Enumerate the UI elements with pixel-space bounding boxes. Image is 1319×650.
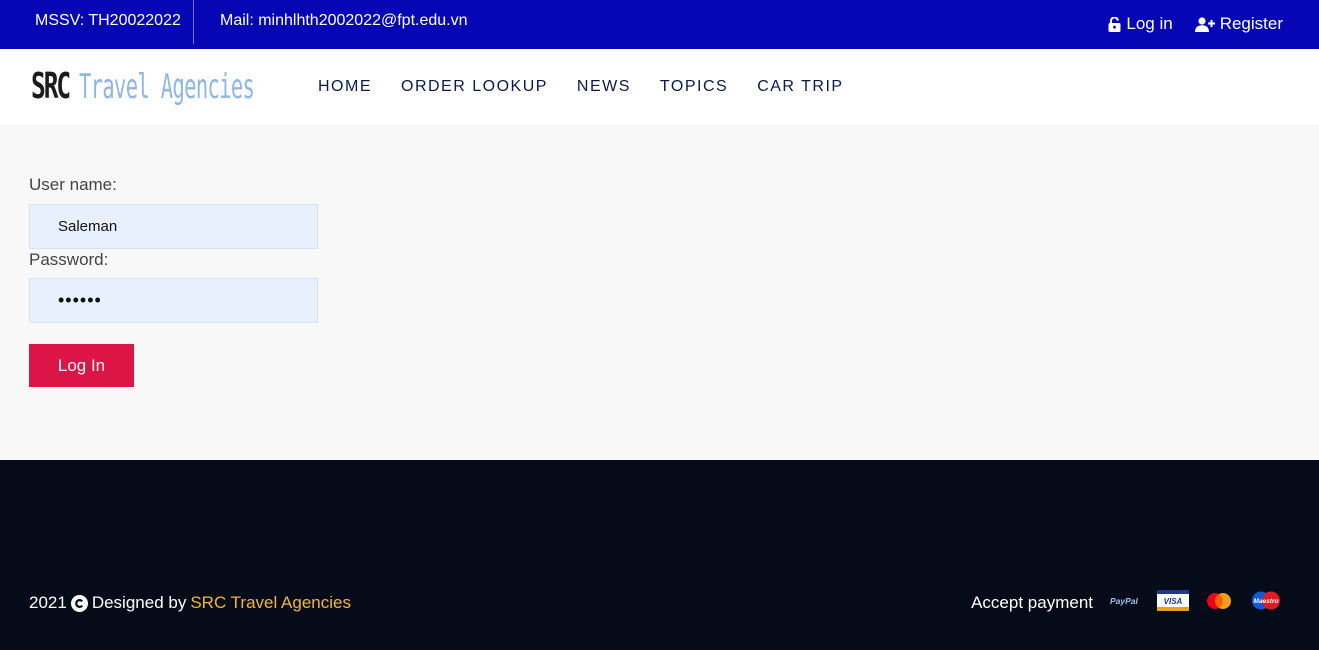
nav-home[interactable]: HOME — [318, 78, 372, 96]
register-link[interactable]: Register — [1194, 14, 1283, 34]
top-bar: MSSV: TH20022022 Mail: minhlhth2002022@f… — [0, 0, 1319, 49]
topbar-divider — [193, 0, 194, 44]
copyright: 2021 Designed by SRC Travel Agencies — [29, 593, 351, 613]
username-label: User name: — [29, 175, 117, 194]
designed-by-text: Designed by — [91, 593, 187, 612]
paypal-text: PayPal — [1110, 596, 1139, 606]
payment-methods: Accept payment PayPal VISA Maestro — [971, 590, 1283, 616]
copyright-icon — [70, 594, 88, 612]
email-text: Mail: minhlhth2002022@fpt.edu.vn — [220, 12, 468, 29]
visa-text: VISA — [1164, 597, 1183, 606]
footer-brand-link[interactable]: SRC Travel Agencies — [190, 593, 351, 613]
login-label: Log in — [1126, 14, 1173, 33]
paypal-icon: PayPal — [1109, 591, 1143, 616]
unlock-icon — [1108, 16, 1121, 32]
login-link[interactable]: Log in — [1108, 14, 1173, 34]
user-plus-icon — [1194, 16, 1215, 32]
main-menu: HOME ORDER LOOKUP NEWS TOPICS CAR TRIP — [318, 49, 844, 125]
footer: 2021 Designed by SRC Travel Agencies Acc… — [0, 460, 1319, 650]
nav-car-trip[interactable]: CAR TRIP — [757, 78, 843, 96]
maestro-text: Maestro — [1254, 598, 1279, 605]
password-label: Password: — [29, 250, 109, 269]
navbar: SRC Travel Agencies HOME ORDER LOOKUP NE… — [0, 49, 1319, 125]
maestro-icon: Maestro — [1249, 590, 1283, 616]
accept-payment-text: Accept payment — [971, 593, 1093, 612]
register-label: Register — [1219, 14, 1283, 33]
login-button[interactable]: Log In — [29, 344, 134, 387]
copyright-year: 2021 — [29, 593, 67, 612]
password-input[interactable] — [29, 278, 318, 323]
visa-icon: VISA — [1157, 590, 1189, 616]
username-input[interactable] — [29, 204, 318, 249]
mastercard-icon — [1203, 591, 1235, 616]
logo-secondary-text: Travel Agencies — [79, 67, 255, 107]
nav-order-lookup[interactable]: ORDER LOOKUP — [401, 78, 548, 96]
student-id-text: MSSV: TH20022022 — [35, 12, 181, 29]
auth-links: Log in Register — [1108, 0, 1283, 48]
nav-topics[interactable]: TOPICS — [660, 78, 728, 96]
logo-primary-text: SRC — [31, 66, 71, 107]
nav-news[interactable]: NEWS — [577, 78, 631, 96]
